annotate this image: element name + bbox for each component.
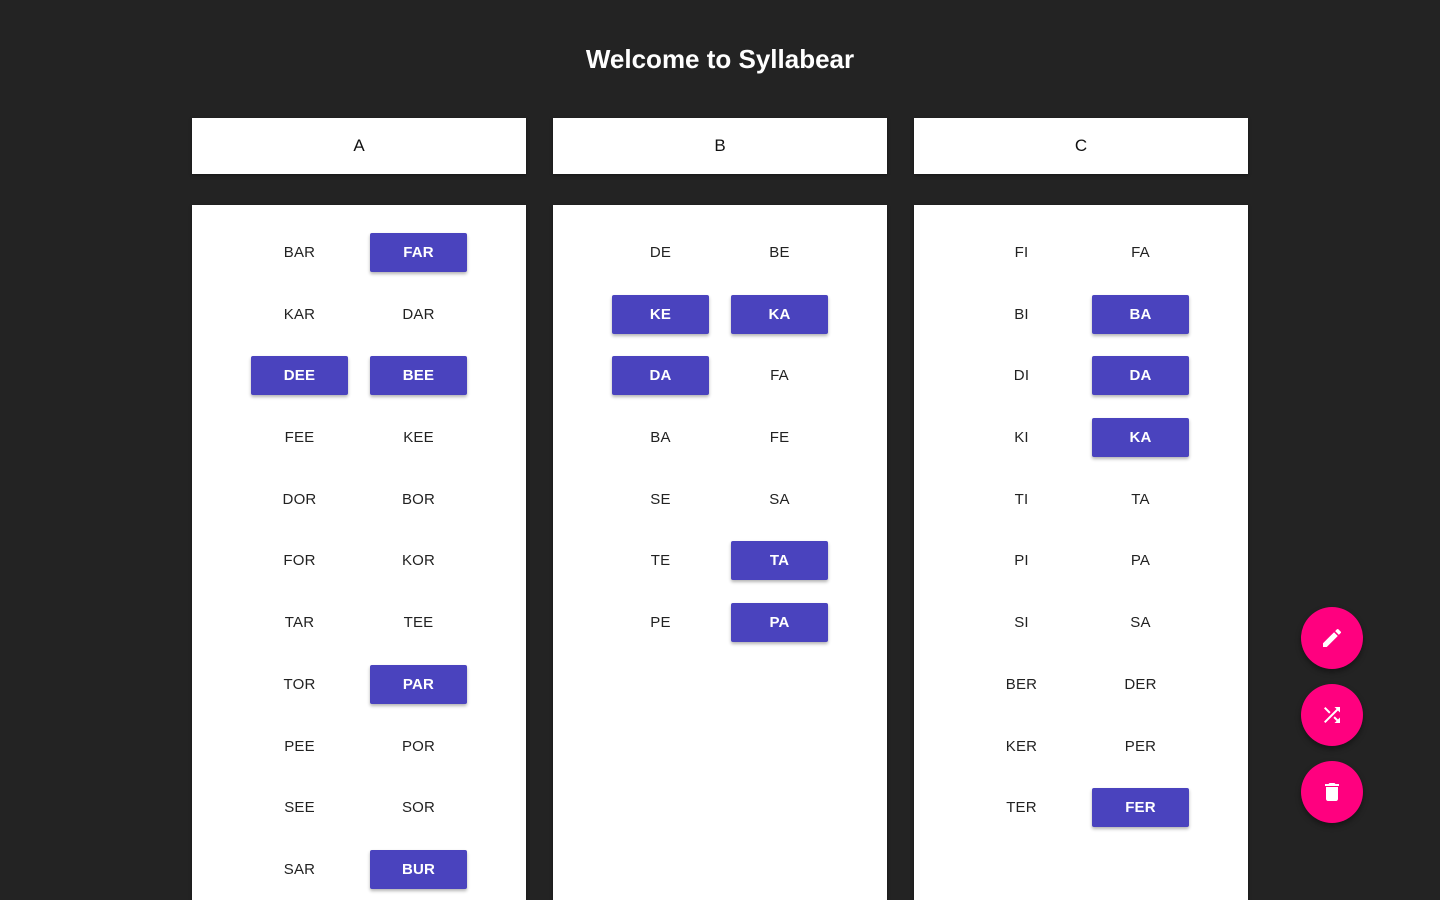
syllable-chip[interactable]: BER [973,665,1070,704]
column-header-c[interactable]: C [914,118,1248,174]
syllable-chip[interactable]: DA [612,356,709,396]
app: Welcome to Syllabear A B C BAR FAR KAR DAR D… [0,0,1440,900]
syllable-chip[interactable]: DA [1092,356,1189,396]
syllable-chip[interactable]: PI [973,541,1070,580]
syllable-chip[interactable]: FE [731,418,828,457]
column-header-a[interactable]: A [192,118,526,174]
syllable-chip[interactable]: FER [1092,788,1189,828]
syllable-chip[interactable]: PA [1092,541,1189,580]
syllable-chip[interactable]: TER [973,788,1070,827]
syllable-chip[interactable]: BI [973,295,1070,334]
delete-button[interactable] [1301,761,1363,823]
syllable-chip[interactable]: KER [973,727,1070,766]
syllable-chip[interactable]: PEE [251,727,348,766]
syllable-chip[interactable]: FI [973,233,1070,272]
syllable-chip[interactable]: SI [973,603,1070,642]
syllable-chip[interactable]: SAR [251,850,348,889]
syllable-card-c: FI FA BI BA DI DA KI KA TI TA PI PA SI SA BER DER KER PER… [914,205,1248,900]
syllable-chip[interactable]: BAR [251,233,348,272]
syllable-chip[interactable]: TE [612,541,709,580]
syllable-chip[interactable]: BA [1092,294,1189,334]
syllable-chip[interactable]: BE [731,233,828,272]
syllable-chip[interactable]: BUR [370,849,467,889]
syllable-chip[interactable]: DER [1092,665,1189,704]
shuffle-button[interactable] [1301,684,1363,746]
trash-icon [1325,783,1339,801]
syllable-grid-b: DE BE KE KA DA FA BA FE SE SA TE TA PE PA [612,233,828,643]
syllable-chip[interactable]: KAR [251,295,348,334]
syllable-chip[interactable]: TI [973,480,1070,519]
syllable-chip[interactable]: SEE [251,788,348,827]
edit-button[interactable] [1301,607,1363,669]
syllable-chip[interactable]: DE [612,233,709,272]
pencil-icon [1323,628,1342,647]
syllable-chip[interactable]: KEE [370,418,467,457]
syllable-chip[interactable]: DI [973,356,1070,395]
syllable-chip[interactable]: FA [1092,233,1189,272]
shuffle-icon [1324,707,1340,723]
column-header-b[interactable]: B [553,118,887,174]
syllable-chip[interactable]: KA [731,294,828,334]
syllable-chip[interactable]: PER [1092,727,1189,766]
syllable-chip[interactable]: PE [612,603,709,642]
syllable-chip[interactable]: DAR [370,295,467,334]
syllable-chip[interactable]: KOR [370,541,467,580]
syllable-chip[interactable]: DEE [251,356,348,396]
syllable-chip[interactable]: BA [612,418,709,457]
syllable-chip[interactable]: TEE [370,603,467,642]
syllable-chip[interactable]: KA [1092,418,1189,458]
syllable-chip[interactable]: SA [731,480,828,519]
syllable-chip[interactable]: TA [1092,480,1189,519]
syllable-chip[interactable]: BEE [370,356,467,396]
syllable-chip[interactable]: SOR [370,788,467,827]
syllable-chip[interactable]: SE [612,480,709,519]
syllable-grid-c: FI FA BI BA DI DA KI KA TI TA PI PA SI SA BER DER KER PER… [973,233,1189,828]
syllable-grid-a: BAR FAR KAR DAR DEE BEE FEE KEE DOR BOR FOR KOR TAR T… [251,233,467,890]
syllable-chip[interactable]: SA [1092,603,1189,642]
syllable-chip[interactable]: BOR [370,480,467,519]
syllable-chip[interactable]: TAR [251,603,348,642]
syllable-chip[interactable]: DOR [251,480,348,519]
syllable-chip[interactable]: FA [731,356,828,395]
page-title: Welcome to Syllabear [585,44,855,74]
syllable-card-a: BAR FAR KAR DAR DEE BEE FEE KEE DOR BOR FOR KOR TAR T… [192,205,526,900]
syllable-chip[interactable]: PAR [370,664,467,704]
syllable-chip[interactable]: KE [612,294,709,334]
syllable-chip[interactable]: FOR [251,541,348,580]
syllable-chip[interactable]: KI [973,418,1070,457]
syllable-chip[interactable]: FAR [370,233,467,272]
syllable-chip[interactable]: TOR [251,665,348,704]
syllable-chip[interactable]: TA [731,541,828,581]
syllable-chip[interactable]: FEE [251,418,348,457]
syllable-card-b: DE BE KE KA DA FA BA FE SE SA TE TA PE PA [553,205,887,900]
syllable-chip[interactable]: PA [731,603,828,643]
syllable-chip[interactable]: POR [370,727,467,766]
